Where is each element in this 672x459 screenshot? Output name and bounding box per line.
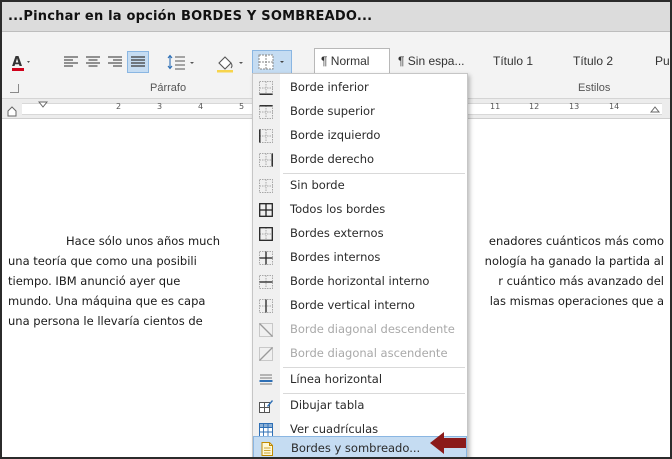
paragraph-dialog-launcher[interactable] bbox=[10, 84, 19, 93]
border-right-icon bbox=[259, 153, 273, 167]
styles-group-label: Estilos bbox=[578, 82, 611, 94]
paint-bucket-icon bbox=[217, 56, 243, 73]
borders-icon bbox=[258, 54, 284, 70]
menu-item-label: Dibujar tabla bbox=[290, 398, 365, 412]
menu-item-label: Borde horizontal interno bbox=[290, 274, 430, 288]
first-line-indent-icon[interactable] bbox=[38, 101, 48, 109]
diagonal-up-border-icon bbox=[259, 347, 273, 361]
ruler-number: 13 bbox=[569, 102, 580, 111]
menu-item-dibujar-tabla[interactable]: Dibujar tabla bbox=[253, 394, 467, 418]
line-spacing-button[interactable] bbox=[166, 52, 200, 74]
ruler-number: 4 bbox=[198, 102, 204, 111]
align-left-button[interactable] bbox=[62, 53, 80, 71]
menu-item-label: Borde inferior bbox=[290, 80, 369, 94]
line-left-text: tiempo. IBM anunció ayer que bbox=[8, 274, 181, 288]
menu-item-borde-diagonal-ascendente: Borde diagonal ascendente bbox=[253, 342, 467, 366]
line-left-text: una teoría que como una posibili bbox=[8, 254, 197, 268]
no-border-icon bbox=[259, 179, 273, 193]
menu-item-label: Sin borde bbox=[290, 178, 345, 192]
menu-item-borde-superior[interactable]: Borde superior bbox=[253, 100, 467, 124]
borders-dropdown-menu: Borde inferior Borde superior Borde izqu… bbox=[252, 73, 468, 457]
shading-button[interactable] bbox=[214, 52, 248, 74]
pointer-arrow-icon bbox=[430, 432, 466, 454]
menu-item-borde-diagonal-descendente: Borde diagonal descendente bbox=[253, 318, 467, 342]
line-right-text: nología ha ganado la partida al bbox=[484, 254, 664, 268]
menu-item-todos-los-bordes[interactable]: Todos los bordes bbox=[253, 198, 467, 222]
inside-vertical-border-icon bbox=[259, 299, 273, 313]
line-right-text: r cuántico más avanzado del bbox=[498, 274, 664, 288]
indent-marker-icon[interactable] bbox=[4, 102, 24, 118]
style-more[interactable]: Pu bbox=[655, 48, 670, 74]
instruction-caption-bar: ...Pinchar en la opción BORDES Y SOMBREA… bbox=[2, 2, 670, 32]
menu-item-label: Borde diagonal descendente bbox=[290, 322, 455, 336]
menu-item-label: Borde derecho bbox=[290, 152, 375, 166]
border-top-icon bbox=[259, 105, 273, 119]
screenshot-frame: ...Pinchar en la opción BORDES Y SOMBREA… bbox=[0, 0, 672, 459]
all-borders-icon bbox=[259, 203, 273, 217]
ruler-number: 5 bbox=[239, 102, 245, 111]
borders-dropdown-button[interactable] bbox=[252, 50, 292, 74]
style-titulo-2[interactable]: Título 2 bbox=[573, 48, 613, 74]
inside-horizontal-border-icon bbox=[259, 275, 273, 289]
menu-item-label: Borde izquierdo bbox=[290, 128, 381, 142]
font-color-icon: A bbox=[12, 55, 30, 71]
line-left-text: una persona le llevaría cientos de bbox=[8, 314, 203, 328]
menu-item-label: Borde vertical interno bbox=[290, 298, 415, 312]
outside-borders-icon bbox=[259, 227, 273, 241]
menu-item-borde-horizontal-interno[interactable]: Borde horizontal interno bbox=[253, 270, 467, 294]
menu-item-label: Todos los bordes bbox=[290, 202, 386, 216]
ruler-number: 2 bbox=[116, 102, 122, 111]
align-center-button[interactable] bbox=[84, 53, 102, 71]
menu-item-sin-borde[interactable]: Sin borde bbox=[253, 174, 467, 198]
style-normal[interactable]: ¶ Normal bbox=[314, 48, 390, 74]
right-indent-icon[interactable] bbox=[648, 102, 664, 116]
style-sin-espaciado[interactable]: ¶ Sin espa... bbox=[398, 48, 464, 74]
align-left-icon bbox=[64, 56, 78, 67]
menu-item-label: Ver cuadrículas bbox=[290, 422, 379, 436]
menu-item-label: Borde superior bbox=[290, 104, 375, 118]
align-right-icon bbox=[108, 56, 122, 67]
menu-item-bordes-internos[interactable]: Bordes internos bbox=[253, 246, 467, 270]
ruler-number: 12 bbox=[529, 102, 540, 111]
align-center-icon bbox=[86, 56, 100, 67]
line-spacing-icon bbox=[167, 54, 194, 70]
instruction-caption: ...Pinchar en la opción BORDES Y SOMBREA… bbox=[8, 9, 373, 24]
view-gridlines-icon bbox=[259, 423, 273, 437]
menu-item-borde-vertical-interno[interactable]: Borde vertical interno bbox=[253, 294, 467, 318]
horizontal-line-icon bbox=[259, 374, 273, 385]
line-right-text: enadores cuánticos más como bbox=[488, 234, 664, 248]
menu-item-label: Bordes externos bbox=[290, 226, 384, 240]
borders-shading-icon bbox=[261, 442, 273, 456]
draw-table-icon bbox=[259, 400, 273, 413]
ruler-number: 14 bbox=[609, 102, 620, 111]
menu-item-borde-izquierdo[interactable]: Borde izquierdo bbox=[253, 124, 467, 148]
menu-item-label: Bordes y sombreado... bbox=[291, 441, 421, 455]
align-right-button[interactable] bbox=[106, 53, 124, 71]
line-right-text: las mismas operaciones que a bbox=[489, 294, 664, 308]
style-titulo-1[interactable]: Título 1 bbox=[493, 48, 533, 74]
ruler-number: 11 bbox=[490, 102, 501, 111]
menu-item-label: Bordes internos bbox=[290, 250, 381, 264]
font-color-button[interactable]: A bbox=[10, 52, 34, 74]
line-left-text: Hace sólo unos años much bbox=[66, 234, 221, 248]
menu-item-borde-derecho[interactable]: Borde derecho bbox=[253, 148, 467, 172]
justify-icon bbox=[131, 56, 145, 67]
border-bottom-icon bbox=[259, 81, 273, 95]
menu-item-label: Borde diagonal ascendente bbox=[290, 346, 448, 360]
menu-item-linea-horizontal[interactable]: Línea horizontal bbox=[253, 368, 467, 392]
ruler-number: 3 bbox=[157, 102, 163, 111]
svg-text:A: A bbox=[12, 55, 22, 70]
menu-item-borde-inferior[interactable]: Borde inferior bbox=[253, 76, 467, 100]
paragraph-group-label: Párrafo bbox=[150, 82, 187, 94]
menu-item-label: Línea horizontal bbox=[290, 372, 383, 386]
justify-button[interactable] bbox=[127, 51, 149, 73]
border-left-icon bbox=[259, 129, 273, 143]
menu-item-bordes-externos[interactable]: Bordes externos bbox=[253, 222, 467, 246]
inside-borders-icon bbox=[259, 251, 273, 265]
diagonal-down-border-icon bbox=[259, 323, 273, 337]
line-left-text: mundo. Una máquina que es capa bbox=[8, 294, 206, 308]
